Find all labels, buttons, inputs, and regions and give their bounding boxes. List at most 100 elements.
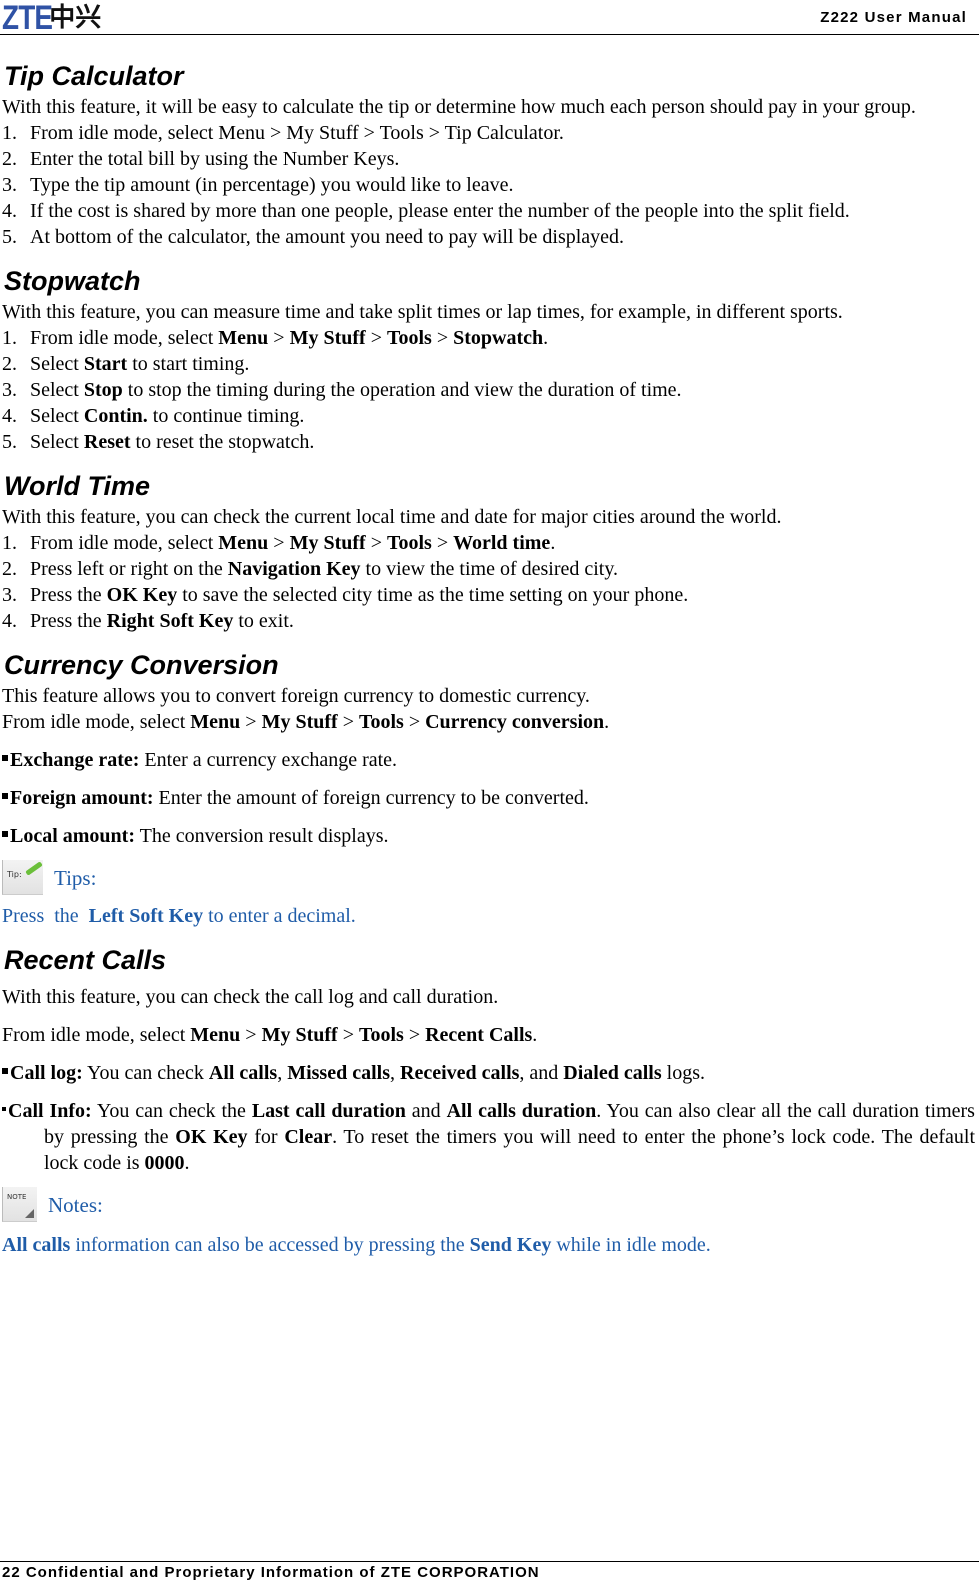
key-term: All calls	[208, 1062, 278, 1084]
square-bullet-icon	[2, 831, 8, 838]
step-number: 4.	[2, 200, 17, 222]
section-intro: This feature allows you to convert forei…	[2, 685, 590, 707]
section-title: Tip Calculator	[4, 61, 184, 91]
note-icon: NOTE	[2, 1187, 44, 1223]
list-item: 1. From idle mode, select Menu > My Stuff…	[0, 530, 975, 556]
step-text: Select	[30, 405, 84, 427]
bullet-text: and	[405, 1100, 447, 1122]
section-intro: With this feature, you can check the cal…	[2, 986, 499, 1008]
list-item: 2. Enter the total bill by using the Numb…	[0, 146, 975, 172]
step-number: 3.	[2, 379, 17, 401]
logo-chinese: 中兴	[49, 3, 102, 33]
zte-logo: ZTE 中兴	[2, 1, 102, 35]
menu-path: From idle mode, select Menu > My Stuff >…	[0, 1022, 975, 1048]
key-term: Dialed calls	[563, 1062, 662, 1084]
key-term: Start	[83, 353, 128, 375]
manual-title: Z222 User Manual	[820, 9, 967, 26]
page-content: Tip Calculator With this feature, it wil…	[0, 58, 975, 1258]
list-item: 1. From idle mode, select Menu > My Stuff…	[0, 325, 975, 351]
list-item: 4. Select Contin. to continue timing.	[0, 403, 975, 429]
menu-path-item: Tools	[358, 1024, 404, 1046]
tip-icon-text: Tip:	[7, 870, 22, 879]
step-number: 3.	[2, 174, 17, 196]
bullet-item: Local amount: The conversion result disp…	[0, 823, 975, 849]
menu-path-item: My Stuff	[261, 711, 338, 733]
step-number: 1.	[2, 122, 17, 144]
path-separator: >	[240, 711, 262, 733]
bullet-text: The conversion result displays.	[135, 825, 389, 847]
step-text: .	[550, 532, 556, 554]
tip-text: Press the Left Soft Key to enter a decim…	[0, 903, 975, 929]
bullet-label: Call Info:	[8, 1100, 92, 1122]
note-text: All calls information can also be access…	[0, 1232, 975, 1258]
step-number: 2.	[2, 558, 17, 580]
note-text-mid: information can also be accessed by pres…	[70, 1234, 470, 1256]
bullet-item: Exchange rate: Enter a currency exchange…	[0, 747, 975, 773]
menu-path-item: My Stuff	[289, 327, 366, 349]
key-term: All calls duration	[446, 1100, 597, 1122]
notes-callout: NOTE Notes:	[0, 1186, 975, 1224]
square-bullet-icon	[2, 1068, 8, 1075]
key-term: All calls	[2, 1234, 71, 1256]
key-term: Contin.	[83, 405, 148, 427]
tip-text-post: to enter a decimal.	[203, 905, 356, 927]
bullet-label: Foreign amount:	[10, 787, 154, 809]
key-term: Clear	[284, 1126, 333, 1148]
section-recent-calls: Recent Calls With this feature, you can …	[0, 942, 975, 1258]
key-term: 0000	[144, 1152, 185, 1174]
step-text: Press the	[30, 584, 107, 606]
menu-path-item: Menu	[218, 532, 269, 554]
step-number: 3.	[2, 584, 17, 606]
tip-icon: Tip:	[2, 860, 44, 896]
footer-divider	[0, 1561, 979, 1562]
path-text: .	[604, 711, 610, 733]
menu-path-item: Menu	[218, 327, 269, 349]
steps-list: 1. From idle mode, select Menu > My Stuff…	[0, 325, 975, 455]
list-item: 5. Select Reset to reset the stopwatch.	[0, 429, 975, 455]
step-number: 2.	[2, 148, 17, 170]
menu-path-item: World time	[453, 532, 551, 554]
step-text: From idle mode, select	[30, 327, 219, 349]
key-term: Left Soft Key	[88, 905, 204, 927]
section-intro: With this feature, you can check the cur…	[2, 506, 782, 528]
list-item: 2. Press left or right on the Navigation …	[0, 556, 975, 582]
section-intro: With this feature, it will be easy to ca…	[2, 96, 916, 118]
step-text: to exit.	[233, 610, 294, 632]
bullet-text: .	[184, 1152, 190, 1174]
section-world-time: World Time With this feature, you can ch…	[0, 468, 975, 634]
header-divider	[0, 34, 979, 35]
path-separator: >	[240, 1024, 262, 1046]
key-term: Right Soft Key	[106, 610, 234, 632]
section-title: Stopwatch	[4, 266, 141, 296]
list-item: 3. Select Stop to stop the timing during …	[0, 377, 975, 403]
key-term: Last call duration	[251, 1100, 406, 1122]
bullet-text: ,	[277, 1062, 288, 1084]
steps-list: 1. From idle mode, select Menu > My Stuff…	[0, 120, 975, 250]
step-text: From idle mode, select Menu > My Stuff >…	[30, 122, 564, 144]
menu-path-item: Tools	[358, 711, 404, 733]
section-currency-conversion: Currency Conversion This feature allows …	[0, 647, 975, 929]
step-text: At bottom of the calculator, the amount …	[30, 226, 625, 248]
page-corner-icon	[25, 1209, 34, 1218]
step-text: .	[543, 327, 549, 349]
square-bullet-icon	[2, 755, 8, 762]
steps-list: 1. From idle mode, select Menu > My Stuff…	[0, 530, 975, 634]
path-separator: >	[431, 532, 454, 554]
step-text: to stop the timing during the operation …	[122, 379, 682, 401]
key-term: Navigation Key	[227, 558, 361, 580]
bullet-text: , and	[519, 1062, 564, 1084]
path-separator: >	[403, 711, 426, 733]
bullet-text: You can check	[82, 1062, 209, 1084]
path-text: From idle mode, select	[2, 1024, 191, 1046]
step-number: 4.	[2, 405, 17, 427]
bullet-text: for	[247, 1126, 285, 1148]
step-text: to continue timing.	[147, 405, 305, 427]
step-text: Enter the total bill by using the Number…	[30, 148, 400, 170]
list-item: 2. Select Start to start timing.	[0, 351, 975, 377]
key-term: Send Key	[469, 1234, 552, 1256]
list-item: 1. From idle mode, select Menu > My Stuff…	[0, 120, 975, 146]
bullet-text: logs.	[661, 1062, 705, 1084]
menu-path: From idle mode, select Menu > My Stuff >…	[0, 709, 975, 735]
square-bullet-icon	[2, 1107, 6, 1112]
step-number: 5.	[2, 431, 17, 453]
